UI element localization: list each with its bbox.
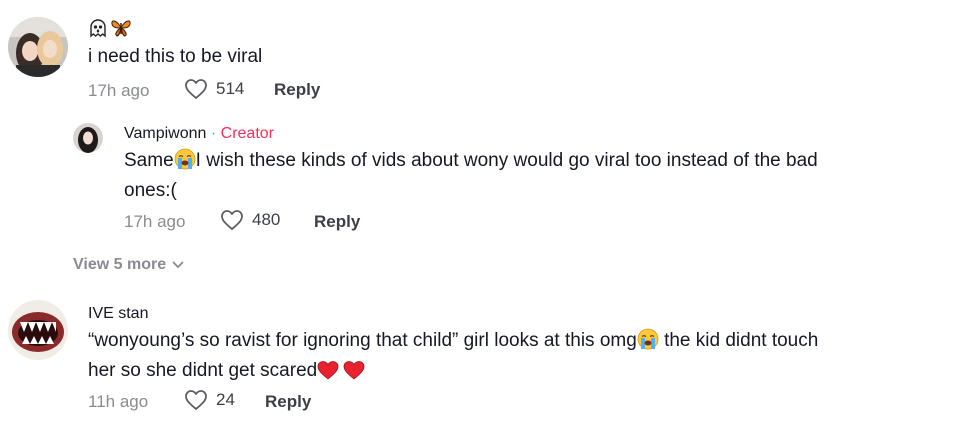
reply-text-end: I wish these kinds of vids about wony wo…: [195, 150, 818, 171]
like-count: 24: [216, 390, 235, 409]
reply-text-line2: ones:(: [124, 180, 177, 201]
comment-timestamp: 17h ago: [88, 81, 150, 100]
butterfly-emoji-icon: [110, 18, 132, 38]
reply-button[interactable]: Reply: [314, 212, 360, 232]
comment-text: i need this to be viral: [88, 46, 263, 67]
like-button[interactable]: 24: [184, 389, 235, 411]
reply-username[interactable]: Vampiwonn: [124, 125, 206, 142]
heart-icon: [184, 389, 208, 411]
like-button[interactable]: 480: [220, 209, 280, 231]
like-count: 514: [216, 79, 245, 98]
red-heart-emoji-icon: [317, 360, 339, 388]
chevron-down-icon: [172, 256, 184, 274]
comment-text-line2: her so she didnt get scared: [88, 360, 318, 381]
avatar[interactable]: [8, 300, 68, 360]
heart-icon: [220, 209, 244, 231]
heart-icon: [184, 78, 208, 100]
red-heart-emoji-icon: [343, 360, 365, 388]
reply-button[interactable]: Reply: [265, 392, 311, 412]
comment-text: “wonyoung’s so ravist for ignoring that …: [88, 328, 928, 388]
reply-timestamp: 17h ago: [124, 212, 186, 231]
crying-emoji-icon: [174, 148, 196, 178]
comment-text-start: “wonyoung’s so ravist for ignoring that …: [88, 330, 637, 351]
like-count: 480: [252, 210, 281, 229]
avatar[interactable]: [73, 123, 103, 153]
like-button[interactable]: 514: [184, 78, 244, 100]
reply-text-start: Same: [124, 150, 174, 171]
avatar[interactable]: [8, 17, 68, 77]
comment-timestamp: 11h ago: [88, 392, 149, 411]
creator-badge: Creator: [220, 125, 274, 142]
comment-username-emojis[interactable]: [88, 18, 132, 38]
separator-dot: ·: [206, 125, 221, 142]
view-more-label: View 5 more: [73, 256, 167, 273]
reply-username-row: Vampiwonn · Creator: [124, 125, 274, 143]
comment-username[interactable]: IVE stan: [88, 305, 148, 323]
ghost-emoji-icon: [88, 18, 108, 38]
reply-button[interactable]: Reply: [274, 80, 320, 100]
view-more-replies-button[interactable]: View 5 more: [73, 256, 184, 274]
reply-text: Same I wish these kinds of vids about wo…: [124, 148, 924, 204]
comment-text-end: the kid didnt touch: [658, 330, 819, 351]
crying-emoji-icon: [637, 328, 659, 358]
